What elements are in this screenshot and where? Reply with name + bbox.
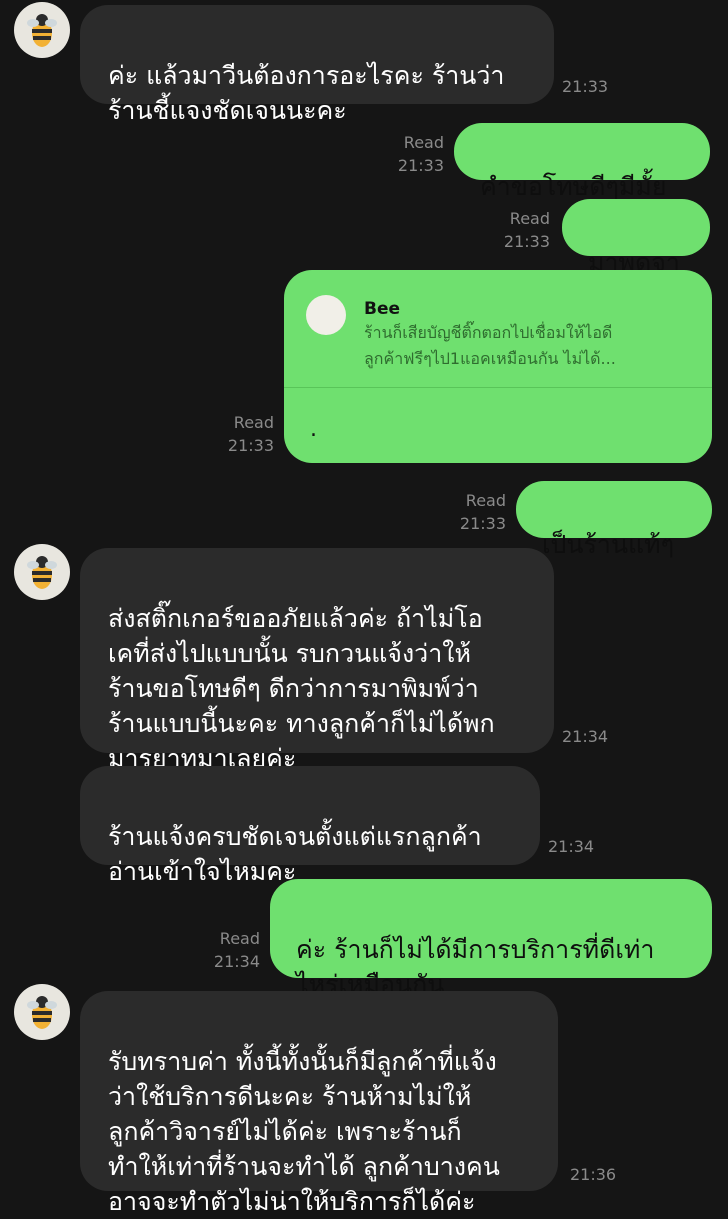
bee-avatar-icon — [306, 295, 346, 335]
message-text: คำขอโทษดีๆมีมั้ย — [480, 172, 667, 201]
message-time: 21:34 — [548, 837, 595, 856]
incoming-message-bubble[interactable]: ร้านแจ้งครบชัดเจนตั้งแต่แรกลูกค้า อ่านเข… — [80, 766, 540, 886]
incoming-message-bubble[interactable]: ค่ะ แล้วมาวีนต้องการอะไรคะ ร้านว่า ร้านช… — [80, 5, 554, 125]
message-text: ค่ะ ร้านก็ไม่ได้มีการบริการที่ดีเท่า ไหร… — [296, 935, 655, 999]
read-receipt: Read 21:33 — [459, 491, 506, 533]
read-receipt: Read 21:33 — [397, 133, 444, 175]
outgoing-message-bubble[interactable]: เป็นร้านแท้ๆ — [516, 481, 712, 559]
quoted-message[interactable]: Bee ร้านก็เสียบัญชีติ๊กตอกไปเชื่อมให้ไอด… — [284, 270, 712, 388]
bee-avatar-icon[interactable] — [14, 2, 70, 58]
message-text: ร้านแจ้งครบชัดเจนตั้งแต่แรกลูกค้า อ่านเข… — [108, 822, 482, 886]
message-text: ส่งสติ๊กเกอร์ขออภัยแล้วค่ะ ถ้าไม่โอ เคที… — [108, 604, 495, 773]
incoming-message-bubble[interactable]: รับทราบค่า ทั้งนี้ทั้งนั้นก็มีลูกค้าที่แ… — [80, 991, 558, 1216]
message-text: รับทราบค่า ทั้งนี้ทั้งนั้นก็มีลูกค้าที่แ… — [108, 1047, 500, 1216]
read-receipt: Read 21:33 — [227, 413, 274, 455]
message-text: ค่ะ แล้วมาวีนต้องการอะไรคะ ร้านว่า ร้านช… — [108, 61, 505, 125]
bee-avatar-icon[interactable] — [14, 984, 70, 1040]
incoming-message-bubble[interactable]: ส่งสติ๊กเกอร์ขออภัยแล้วค่ะ ถ้าไม่โอ เคที… — [80, 548, 554, 773]
chat-thread: ค่ะ แล้วมาวีนต้องการอะไรคะ ร้านว่า ร้านช… — [0, 0, 728, 1216]
message-time: 21:34 — [562, 727, 609, 746]
outgoing-message-bubble[interactable]: ค่ะ ร้านก็ไม่ได้มีการบริการที่ดีเท่า ไหร… — [270, 879, 712, 999]
quoted-text: ร้านก็เสียบัญชีติ๊กตอกไปเชื่อมให้ไอดี ลู… — [364, 323, 616, 368]
outgoing-reply-bubble[interactable]: Bee ร้านก็เสียบัญชีติ๊กตอกไปเชื่อมให้ไอด… — [284, 270, 712, 463]
read-receipt: Read 21:34 — [213, 929, 260, 971]
message-time: 21:33 — [562, 77, 609, 96]
message-text: เป็นร้านแท้ๆ — [542, 530, 675, 559]
outgoing-message-bubble[interactable]: คำขอโทษดีๆมีมั้ย — [454, 123, 710, 201]
read-receipt: Read 21:33 — [503, 209, 550, 251]
bee-avatar-icon[interactable] — [14, 544, 70, 600]
message-text: . — [310, 417, 317, 442]
outgoing-message-bubble[interactable]: มาพูดจา — [562, 199, 710, 277]
message-time: 21:36 — [570, 1165, 617, 1184]
